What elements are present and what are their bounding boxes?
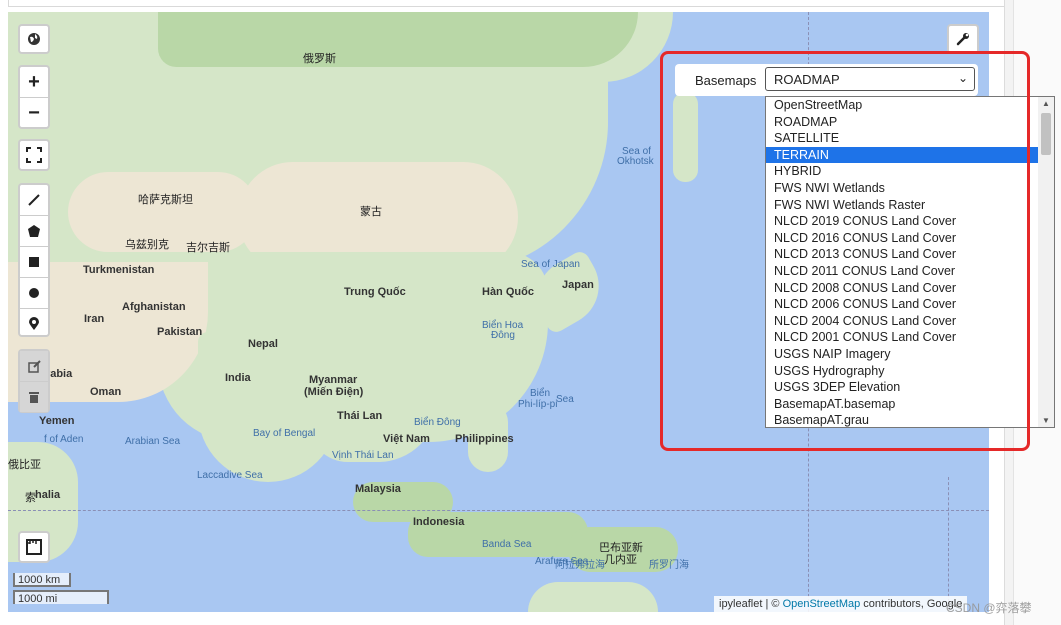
edit-icon: [27, 359, 41, 373]
label-png-2: 几内亚: [604, 554, 637, 566]
label-korea: Hàn Quốc: [482, 286, 534, 298]
watermark: CSDN @弈落攀: [946, 601, 1032, 615]
label-kazakhstan: 哈萨克斯坦: [138, 194, 193, 206]
land-australia: [528, 582, 658, 612]
label-arabian-sea: Arabian Sea: [125, 436, 181, 447]
notebook-top-strip: [8, 0, 1006, 7]
label-gulf-aden: f of Aden: [44, 434, 84, 445]
label-bay-bengal: Bay of Bengal: [253, 428, 316, 439]
label-india: India: [225, 372, 251, 384]
label-somalia: halia: [35, 489, 61, 501]
attribution-prefix: ipyleaflet | ©: [719, 598, 780, 610]
label-malaysia: Malaysia: [355, 483, 401, 495]
zoom-out-button[interactable]: −: [20, 98, 48, 128]
draw-marker-button[interactable]: [20, 309, 48, 339]
equator-line: [8, 510, 989, 511]
dropdown-scrollbar[interactable]: ▲ ▼: [1038, 97, 1054, 427]
toolbar-wrench-button[interactable]: [947, 24, 979, 54]
label-east-china-sea-2: Đông: [491, 330, 515, 341]
polyline-icon: [28, 194, 40, 206]
scroll-up-icon[interactable]: ▲: [1042, 99, 1050, 108]
map-attribution: ipyleaflet | © OpenStreetMap contributor…: [714, 596, 968, 612]
label-oman: Oman: [90, 386, 122, 398]
label-pakistan: Pakistan: [157, 326, 203, 338]
label-yemen: Yemen: [39, 415, 75, 427]
label-sea-of-japan: Sea of Japan: [521, 259, 580, 270]
circle-icon: [29, 288, 39, 298]
measure-button[interactable]: [18, 531, 50, 563]
label-arafura-cn: 阿拉弗拉海: [555, 560, 605, 571]
label-myanmar-1: Myanmar: [309, 374, 358, 386]
label-turkmenistan: Turkmenistan: [83, 264, 155, 276]
draw-toolbar: [18, 183, 50, 337]
scrollbar-thumb[interactable]: [1041, 113, 1051, 155]
trash-icon: [29, 391, 39, 403]
label-russia: 俄罗斯: [303, 53, 336, 65]
label-vietnam: Việt Nam: [383, 433, 430, 445]
label-gulf-thailand: Vịnh Thái Lan: [332, 450, 394, 461]
draw-rectangle-button[interactable]: [20, 247, 48, 278]
maritime-boundary: [948, 477, 949, 612]
label-iran: Iran: [84, 313, 105, 325]
draw-circle-button[interactable]: [20, 278, 48, 309]
label-japan: Japan: [562, 279, 594, 291]
label-sea-of-okhotsk-2: Okhotsk: [617, 156, 654, 167]
attribution-osm-link[interactable]: OpenStreetMap: [783, 598, 861, 610]
label-solomon-sea: 所罗门海: [649, 560, 689, 571]
highlight-frame: [660, 51, 1030, 451]
polygon-icon: [28, 225, 40, 237]
land-korea: [463, 272, 508, 327]
scroll-down-icon[interactable]: ▼: [1042, 416, 1050, 425]
wrench-icon: [956, 33, 969, 46]
fullscreen-button[interactable]: [18, 139, 50, 171]
rectangle-icon: [29, 257, 39, 267]
label-ethiopia: 俄比亚: [8, 459, 41, 471]
zoom-control: + −: [18, 65, 50, 129]
label-mongolia: 蒙古: [360, 206, 382, 218]
fullscreen-icon: [26, 147, 42, 163]
zoom-in-button[interactable]: +: [20, 67, 48, 98]
label-south-china-sea: Biển Đông: [414, 417, 461, 428]
draw-polygon-button[interactable]: [20, 216, 48, 247]
label-philippine-sea-3: Sea: [556, 394, 574, 405]
label-banda-sea: Banda Sea: [482, 539, 532, 550]
label-kyrgyzstan: 吉尔吉斯: [186, 242, 230, 254]
label-uzbekistan: 乌兹别克: [125, 239, 169, 251]
label-myanmar-2: (Miến Điện): [304, 386, 364, 398]
label-nepal: Nepal: [248, 338, 278, 350]
label-china: Trung Quốc: [344, 286, 406, 298]
globe-icon: [28, 33, 40, 45]
scale-mi: 1000 mi: [13, 590, 109, 605]
edit-toolbar: [18, 349, 50, 413]
edit-layers-button[interactable]: [20, 351, 48, 382]
label-philippine-sea-1: Biển: [530, 388, 551, 399]
marker-icon: [29, 317, 39, 330]
basemap-globe-button[interactable]: [18, 24, 50, 54]
label-afghanistan: Afghanistan: [122, 301, 186, 313]
ruler-icon: [26, 539, 42, 555]
label-philippine-sea-2: Phi-líp-pi: [518, 399, 558, 410]
label-philippines: Philippines: [455, 433, 514, 445]
delete-layers-button[interactable]: [20, 382, 48, 412]
label-laccadive: Laccadive Sea: [197, 470, 263, 481]
draw-polyline-button[interactable]: [20, 185, 48, 216]
land-indochina: [308, 352, 438, 462]
land-siberia: [158, 12, 638, 67]
scale-km: 1000 km: [13, 573, 71, 587]
label-indonesia: Indonesia: [413, 516, 465, 528]
label-thailand: Thái Lan: [337, 410, 383, 422]
